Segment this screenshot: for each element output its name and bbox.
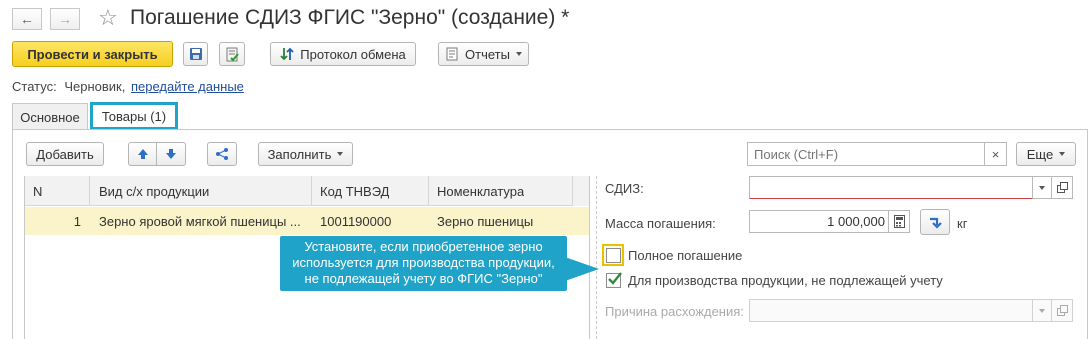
status-label: Статус:	[12, 79, 57, 94]
production-checkbox[interactable]	[606, 272, 622, 288]
chevron-down-icon	[337, 152, 344, 156]
share-icon	[216, 148, 228, 160]
tooltip-line: Установите, если приобретенное зерно	[304, 239, 543, 254]
exchange-arrows-icon	[280, 47, 294, 61]
move-down-button[interactable]	[156, 142, 186, 166]
full-repayment-label: Полное погашение	[628, 248, 743, 263]
tab-goods-label: Товары (1)	[101, 108, 167, 124]
tooltip-line: не подлежащей учету во ФГИС "Зерно"	[304, 271, 543, 286]
full-repayment-checkbox[interactable]	[606, 248, 621, 263]
mass-label: Масса погашения:	[605, 216, 716, 231]
window-title: Погашение СДИЗ ФГИС "Зерно" (создание) *	[130, 6, 570, 29]
convert-units-button[interactable]	[920, 209, 950, 235]
column-divider	[428, 176, 429, 206]
reports-label: Отчеты	[465, 46, 510, 62]
favorite-star-icon[interactable]: ☆	[98, 5, 118, 31]
send-data-link[interactable]: передайте данные	[131, 79, 244, 94]
production-label: Для производства продукции, не подлежаще…	[628, 273, 943, 288]
fill-label: Заполнить	[267, 146, 332, 162]
row-product-type: Зерно яровой мягкой пшеницы ...	[99, 213, 301, 229]
fill-button[interactable]: Заполнить	[258, 142, 353, 166]
add-button[interactable]: Добавить	[26, 142, 104, 166]
sdiz-field[interactable]	[749, 176, 1033, 199]
forward-button[interactable]: →	[50, 8, 80, 30]
column-divider	[311, 176, 312, 206]
calculator-icon	[893, 215, 905, 228]
tab-main-label: Основное	[20, 109, 80, 125]
column-divider	[89, 176, 90, 206]
mass-value: 1 000,000	[827, 214, 885, 229]
reason-dropdown-button[interactable]	[1032, 299, 1052, 322]
document-post-icon	[226, 47, 239, 61]
reason-field[interactable]	[749, 299, 1033, 322]
chevron-down-icon	[1039, 308, 1045, 313]
save-button[interactable]	[183, 42, 208, 66]
back-button[interactable]: ←	[12, 8, 42, 30]
chevron-down-icon	[515, 52, 522, 56]
mass-field[interactable]: 1 000,000	[749, 210, 889, 233]
reason-label: Причина расхождения:	[605, 304, 744, 319]
status-value: Черновик,	[64, 79, 126, 94]
column-header-tnved-code[interactable]: Код ТНВЭД	[320, 176, 389, 206]
search-input[interactable]	[747, 142, 985, 166]
curved-arrow-icon	[930, 217, 942, 229]
row-number: 1	[73, 213, 81, 229]
calculator-button[interactable]	[888, 210, 910, 233]
mass-unit: кг	[957, 216, 968, 231]
reports-icon	[446, 47, 458, 61]
floppy-disk-icon	[189, 48, 202, 60]
post-document-button[interactable]	[219, 42, 245, 66]
share-button[interactable]	[207, 142, 237, 166]
reports-button[interactable]: Отчеты	[438, 42, 529, 66]
move-up-button[interactable]	[128, 142, 157, 166]
arrow-left-icon: ←	[20, 11, 34, 27]
column-header-nomenclature[interactable]: Номенклатура	[437, 176, 524, 206]
status-line: Статус: Черновик, передайте данные	[12, 79, 244, 94]
exchange-protocol-button[interactable]: Протокол обмена	[270, 42, 416, 66]
close-icon: ×	[991, 146, 1000, 162]
tab-main[interactable]: Основное	[12, 103, 88, 130]
sdiz-dropdown-button[interactable]	[1032, 176, 1052, 199]
open-window-icon	[1056, 305, 1068, 316]
row-nomenclature: Зерно пшеницы	[437, 213, 534, 229]
more-button[interactable]: Еще	[1016, 142, 1076, 166]
exchange-protocol-label: Протокол обмена	[300, 46, 406, 62]
column-header-product-type[interactable]: Вид с/х продукции	[99, 176, 209, 206]
tooltip-line: используется для производства продукции,	[292, 255, 555, 270]
tooltip-callout: Установите, если приобретенное зерно исп…	[280, 236, 567, 291]
row-tnved-code: 1001190000	[320, 213, 392, 229]
open-window-icon	[1056, 182, 1068, 193]
chevron-down-icon	[1059, 152, 1066, 156]
column-header-n[interactable]: N	[33, 176, 42, 206]
reason-open-button[interactable]	[1051, 299, 1073, 322]
search-clear-button[interactable]: ×	[984, 142, 1007, 166]
checkmark-icon	[608, 272, 622, 285]
arrow-down-icon	[166, 149, 176, 159]
post-and-close-button[interactable]: Провести и закрыть	[12, 41, 173, 67]
table-scrollbar[interactable]	[573, 176, 589, 206]
tooltip-callout-pointer	[565, 257, 599, 281]
more-label: Еще	[1026, 146, 1054, 162]
tab-goods[interactable]: Товары (1)	[90, 102, 178, 130]
sdiz-label: СДИЗ:	[605, 181, 644, 196]
arrow-up-icon	[137, 149, 148, 159]
chevron-down-icon	[1039, 185, 1045, 190]
sdiz-open-button[interactable]	[1051, 176, 1073, 199]
arrow-right-icon: →	[58, 11, 72, 27]
